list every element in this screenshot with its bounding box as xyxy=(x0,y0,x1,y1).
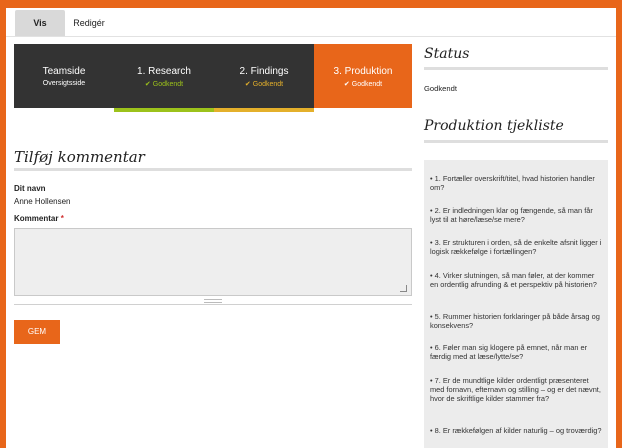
grip-icon xyxy=(204,299,222,303)
list-item: • 3. Er strukturen i orden, så de enkelt… xyxy=(430,238,602,256)
bullet: • xyxy=(430,271,433,280)
list-item: • 8. Er rækkefølgen af kilder naturlig –… xyxy=(430,426,602,435)
list-item-text: 1. Fortæller overskrift/titel, hvad hist… xyxy=(430,174,595,192)
list-item: • 2. Er indledningen klar og fængende, s… xyxy=(430,206,602,224)
workflow-steps: Teamside Oversigtsside 1. Research ✔ Godk… xyxy=(14,44,412,112)
comment-label: Kommentar * xyxy=(14,214,64,223)
view-tabs: Vis Redigér xyxy=(6,8,616,37)
list-item-text: 2. Er indledningen klar og fængende, så … xyxy=(430,206,593,224)
tab-view[interactable]: Vis xyxy=(15,10,65,36)
bullet: • xyxy=(430,343,433,352)
name-value: Anne Hollensen xyxy=(14,197,71,206)
bullet: • xyxy=(430,206,433,215)
step-progress-bar xyxy=(114,108,214,112)
divider xyxy=(424,140,608,143)
save-button[interactable]: GEM xyxy=(14,320,60,344)
step-status: ✔ Godkendt xyxy=(214,80,314,88)
step-teamside[interactable]: Teamside Oversigtsside xyxy=(14,44,114,108)
comment-textarea[interactable] xyxy=(14,228,412,296)
divider xyxy=(424,67,608,70)
list-item-text: 8. Er rækkefølgen af kilder naturlig – o… xyxy=(434,426,602,435)
name-label: Dit navn xyxy=(14,184,46,193)
comment-label-text: Kommentar xyxy=(14,214,59,223)
resize-corner-icon[interactable] xyxy=(400,285,407,292)
checklist-panel: • 1. Fortæller overskrift/titel, hvad hi… xyxy=(424,160,608,448)
step-status-label: Godkendt xyxy=(351,81,383,88)
check-icon: ✔ xyxy=(343,81,350,88)
step-status-label: Godkendt xyxy=(252,81,284,88)
step-status-label: Godkendt xyxy=(152,81,184,88)
list-item-text: 5. Rummer historien forklaringer på både… xyxy=(430,312,600,330)
check-icon: ✔ xyxy=(144,81,151,88)
step-title: 3. Produktion xyxy=(333,66,393,77)
bullet: • xyxy=(430,376,433,385)
status-value: Godkendt xyxy=(424,84,457,93)
page-frame: Vis Redigér Teamside Oversigtsside 1. Re… xyxy=(6,8,616,448)
bullet: • xyxy=(430,426,433,435)
bullet: • xyxy=(430,238,433,247)
list-item-text: 4. Virker slutningen, så man føler, at d… xyxy=(430,271,597,289)
step-status: ✔ Godkendt xyxy=(314,80,412,88)
step-research[interactable]: 1. Research ✔ Godkendt xyxy=(114,44,214,112)
step-produktion[interactable]: 3. Produktion ✔ Godkendt xyxy=(314,44,412,108)
list-item: • 6. Føler man sig klogere på emnet, når… xyxy=(430,343,602,361)
step-title: 1. Research xyxy=(137,66,191,77)
list-item: • 7. Er de mundtlige kilder ordentligt p… xyxy=(430,376,602,403)
tab-edit[interactable]: Redigér xyxy=(65,10,113,36)
list-item: • 4. Virker slutningen, så man føler, at… xyxy=(430,271,602,289)
step-progress-bar xyxy=(214,108,314,112)
step-status: ✔ Godkendt xyxy=(114,80,214,88)
step-subtitle: Oversigtsside xyxy=(42,80,86,87)
textarea-grippie[interactable] xyxy=(14,298,412,305)
required-mark: * xyxy=(60,214,64,223)
bullet: • xyxy=(430,174,433,183)
comment-title: Tilføj kommentar xyxy=(14,148,145,166)
list-item: • 1. Fortæller overskrift/titel, hvad hi… xyxy=(430,174,602,192)
bullet: • xyxy=(430,312,433,321)
step-title: Teamside xyxy=(42,66,86,77)
step-findings[interactable]: 2. Findings ✔ Godkendt xyxy=(214,44,314,112)
step-title: 2. Findings xyxy=(239,66,289,77)
status-title: Status xyxy=(424,46,470,62)
list-item-text: 6. Føler man sig klogere på emnet, når m… xyxy=(430,343,588,361)
list-item: • 5. Rummer historien forklaringer på bå… xyxy=(430,312,602,330)
check-icon: ✔ xyxy=(244,81,251,88)
divider xyxy=(14,168,412,171)
checklist-title: Produktion tjekliste xyxy=(424,118,564,134)
list-item-text: 3. Er strukturen i orden, så de enkelte … xyxy=(430,238,602,256)
list-item-text: 7. Er de mundtlige kilder ordentligt præ… xyxy=(430,376,601,403)
